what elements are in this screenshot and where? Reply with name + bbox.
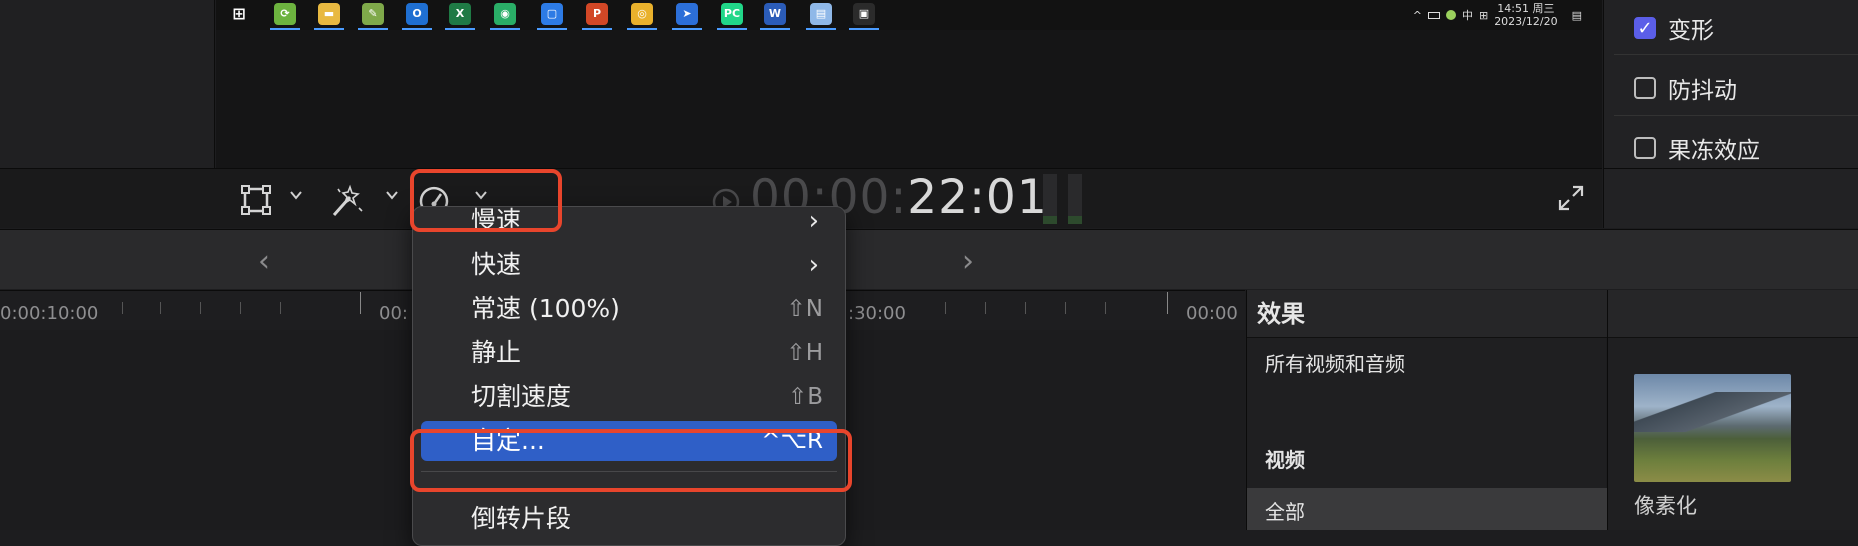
grid-icon[interactable]: ⊞ xyxy=(1479,9,1488,22)
chrome-icon[interactable]: ◎ xyxy=(631,3,653,25)
taskbar-active-indicator xyxy=(672,28,702,30)
fullscreen-icon[interactable] xyxy=(1556,183,1586,213)
menu-item-hold[interactable]: 静止 ⇧H xyxy=(421,333,837,373)
prev-arrow-icon[interactable]: ‹ xyxy=(258,244,270,279)
inspector-item-rolling-shutter[interactable]: 果冻效应 xyxy=(1634,131,1760,165)
taskbar-active-indicator xyxy=(358,28,388,30)
browser-header xyxy=(1608,290,1858,338)
taskbar-active-indicator xyxy=(314,28,344,30)
ruler-label: 0:00:10:00 xyxy=(0,303,99,324)
inspector-panel: ✓ 变形 防抖动 果冻效应 xyxy=(1603,0,1858,168)
effect-thumbnail[interactable] xyxy=(1634,374,1791,482)
system-tray: ^ 中 ⊞ 14:51 周三 2023/12/20 ▤ xyxy=(1413,0,1582,30)
taskbar-active-indicator xyxy=(806,28,836,30)
inspector-item-label: 变形 xyxy=(1668,18,1714,44)
timeline-nav-bar: ‹ › xyxy=(0,229,1858,289)
effects-browser: 像素化 xyxy=(1607,290,1858,530)
blue-file-icon[interactable]: ▤ xyxy=(810,3,832,25)
windows-start-icon[interactable]: ⊞ xyxy=(228,3,250,25)
notification-icon[interactable]: ▤ xyxy=(1572,9,1582,22)
chat-app-icon[interactable]: ▣ xyxy=(853,3,875,25)
inspector-footer xyxy=(1603,168,1858,228)
inspector-item-stabilization[interactable]: 防抖动 xyxy=(1634,71,1737,105)
excel-icon[interactable]: X xyxy=(449,3,471,25)
checkbox[interactable] xyxy=(1634,137,1656,159)
menu-item-label: 快速 xyxy=(471,250,522,279)
effects-category-all-video[interactable]: 全部 xyxy=(1247,488,1607,530)
menu-shortcut: ⇧N xyxy=(786,296,823,322)
menu-item-label: 静止 xyxy=(471,338,522,367)
checkbox[interactable]: ✓ xyxy=(1634,17,1656,39)
effects-category-label: 全部 xyxy=(1265,500,1305,524)
transform-tool-icon[interactable] xyxy=(240,184,272,216)
chevron-down-icon[interactable] xyxy=(384,187,400,207)
tray-caret-icon[interactable]: ^ xyxy=(1413,9,1422,22)
taskbar-active-indicator xyxy=(270,28,300,30)
menu-shortcut: ⇧B xyxy=(787,384,823,410)
clock[interactable]: 14:51 周三 2023/12/20 xyxy=(1494,2,1557,28)
pycharm-icon[interactable]: PC xyxy=(721,3,743,25)
taskbar: ⊞ ⟳ ▬ ✎ O X ◉ ▢ P ◎ ➤ PC W ▤ ▣ ^ 中 ⊞ 14:51 周三 2023/12/… xyxy=(216,0,1602,30)
timecode-value: 22:01 xyxy=(907,170,1048,225)
left-panel xyxy=(0,0,215,168)
wechat-icon[interactable]: ◉ xyxy=(494,3,516,25)
effects-panel: 效果 所有视频和音频 视频 全部 xyxy=(1246,290,1607,530)
taskbar-active-indicator xyxy=(849,28,879,30)
arrow-app-icon[interactable]: ➤ xyxy=(676,3,698,25)
retime-menu: 慢速 › 快速 › 常速 (100%) ⇧N 静止 ⇧H 切割速度 ⇧B 自定... ^⌥R… xyxy=(412,206,846,546)
effects-header: 效果 xyxy=(1247,290,1607,338)
battery-icon xyxy=(1427,11,1440,19)
wechat-tray-icon[interactable] xyxy=(1445,10,1456,20)
ruler-label: 00: xyxy=(379,303,408,324)
notepad-icon[interactable]: ✎ xyxy=(362,3,384,25)
file-explorer-icon[interactable]: ▬ xyxy=(318,3,340,25)
menu-item-reverse-clip[interactable]: 倒转片段 xyxy=(421,499,837,539)
menu-item-blade-speed[interactable]: 切割速度 ⇧B xyxy=(421,377,837,417)
inspector-item-transform[interactable]: ✓ 变形 xyxy=(1634,11,1714,45)
powerpoint-icon[interactable]: P xyxy=(586,3,608,25)
taskbar-active-indicator xyxy=(627,28,657,30)
effects-section-video: 视频 xyxy=(1265,448,1305,472)
inspector-item-label: 果冻效应 xyxy=(1668,138,1760,164)
blue-app-icon[interactable]: ▢ xyxy=(541,3,563,25)
menu-item-label: 倒转片段 xyxy=(471,504,572,533)
effects-category-all[interactable]: 所有视频和音频 xyxy=(1265,348,1405,377)
ruler-label: 00:00 xyxy=(1186,303,1238,324)
word-icon[interactable]: W xyxy=(764,3,786,25)
ime-indicator[interactable]: 中 xyxy=(1462,7,1473,23)
submenu-arrow-icon: › xyxy=(808,206,819,236)
ruler-label: :30:00 xyxy=(848,303,906,324)
effect-thumbnail-label: 像素化 xyxy=(1634,494,1697,518)
clock-time: 14:51 周三 xyxy=(1497,2,1555,15)
submenu-arrow-icon: › xyxy=(808,250,819,280)
audio-meter-right xyxy=(1068,174,1082,224)
menu-item-label: 常速 (100%) xyxy=(471,294,620,323)
menu-shortcut: ⇧H xyxy=(786,340,823,366)
taskbar-active-indicator xyxy=(402,28,432,30)
menu-item-fast[interactable]: 快速 › xyxy=(421,245,837,285)
annotation-highlight-retime xyxy=(410,169,562,232)
enhance-wand-icon[interactable] xyxy=(328,183,364,219)
taskbar-active-indicator xyxy=(537,28,567,30)
checkbox[interactable] xyxy=(1634,77,1656,99)
app-green-icon[interactable]: ⟳ xyxy=(274,3,296,25)
next-arrow-icon[interactable]: › xyxy=(962,244,974,279)
inspector-item-label: 防抖动 xyxy=(1668,78,1737,104)
taskbar-active-indicator xyxy=(760,28,790,30)
menu-item-normal-speed[interactable]: 常速 (100%) ⇧N xyxy=(421,289,837,329)
clock-date: 2023/12/20 xyxy=(1494,15,1558,28)
taskbar-active-indicator xyxy=(717,28,747,30)
menu-item-label: 切割速度 xyxy=(471,382,572,411)
annotation-highlight-custom xyxy=(410,429,852,492)
chevron-down-icon[interactable] xyxy=(288,187,304,207)
taskbar-active-indicator xyxy=(582,28,612,30)
taskbar-active-indicator xyxy=(490,28,520,30)
taskbar-active-indicator xyxy=(445,28,475,30)
outlook-icon[interactable]: O xyxy=(406,3,428,25)
